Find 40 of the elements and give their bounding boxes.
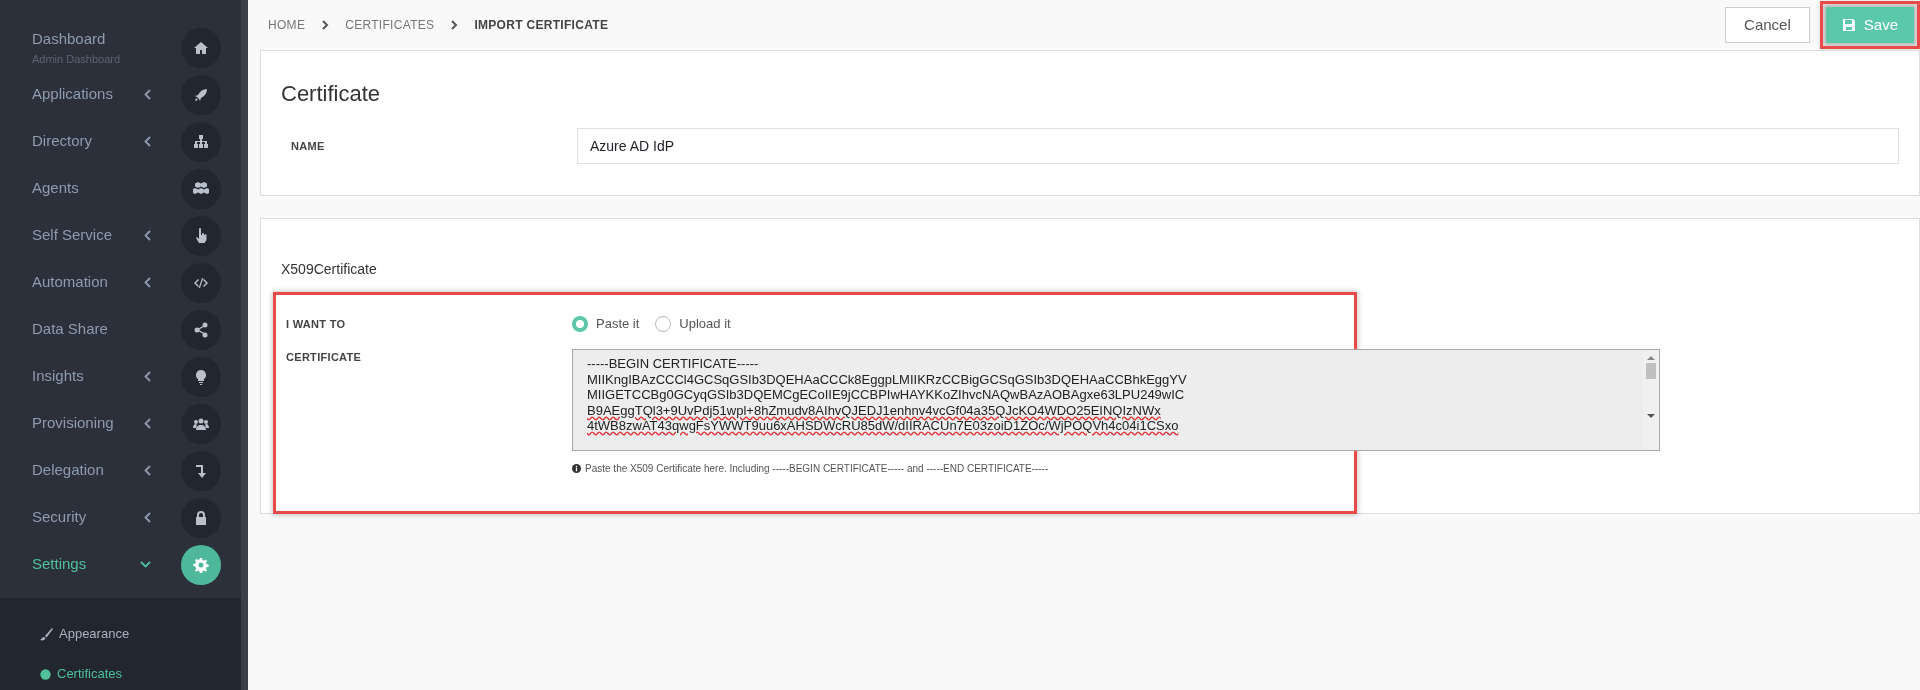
info-icon bbox=[572, 464, 581, 473]
sidebar-item[interactable]: Directory bbox=[32, 130, 92, 153]
chevron-icon bbox=[321, 20, 330, 30]
card-title: Certificate bbox=[281, 80, 382, 108]
submenu-item[interactable]: Appearance bbox=[59, 624, 130, 644]
help-text: Paste the X509 Certificate here. Including -----BEGIN CERTIFICATE----- and -----END CERTIFICATE----- bbox=[585, 462, 1049, 476]
sidebar-item[interactable]: Settings bbox=[32, 553, 87, 576]
certificate-textarea[interactable]: -----BEGIN CERTIFICATE----- MIIKngIBAzCCCl4GCSqGSIb3DQEHAaCCCk8EggpLMIIKRzCCBigGCSqGSIb3DQEHAaCCBhkEggYV MIIGETCCBg0GCyqGSIb3DQEMCgECoIIE9jCCBPIwHAYKKoZIhvcNAQwBAzAOBAgxe63LPU249wIC B9AEggTQl3+9UvPdj51wpl+8hZmudv8AIhvQJEDJ1enhnv4vcGf04a35QJcKO4WDO25EINQIzNWx 4tWB8zwAT43qwgFsYWWT9uu6xAHSDWcRU85dW/dIIRACUn7E03zoiD1ZOc/WjPOQVh4c04i1CSxo bbox=[572, 349, 1660, 451]
cubes-icon bbox=[193, 180, 209, 197]
field-label: I WANT TO bbox=[286, 316, 347, 332]
arrow-icon bbox=[193, 462, 209, 479]
lightbulb-icon bbox=[193, 368, 209, 385]
submenu-item[interactable]: Certificates bbox=[57, 664, 123, 684]
cancel-button[interactable]: Cancel bbox=[1725, 7, 1810, 43]
radio-option[interactable]: Paste it bbox=[572, 314, 640, 334]
sidebar-item[interactable]: Dashboard bbox=[32, 28, 121, 51]
sidebar-item[interactable]: Data Share bbox=[32, 318, 108, 341]
chevron-icon bbox=[450, 20, 459, 30]
sidebar-item[interactable]: Security bbox=[32, 506, 87, 529]
sidebar-item[interactable]: Automation bbox=[32, 271, 108, 294]
sitemap-icon bbox=[193, 133, 209, 150]
field-label: CERTIFICATE bbox=[286, 350, 363, 365]
section-title: X509Certificate bbox=[281, 260, 377, 279]
lock-icon bbox=[193, 509, 209, 526]
breadcrumb-link[interactable]: CERTIFICATES bbox=[345, 16, 435, 34]
paintbrush-icon bbox=[40, 627, 53, 641]
field-label: NAME bbox=[291, 138, 326, 154]
hand-pointer-icon bbox=[193, 227, 209, 244]
sidebar-item[interactable]: Agents bbox=[32, 177, 79, 200]
sidebar-item[interactable]: Applications bbox=[32, 83, 113, 106]
share-icon bbox=[193, 321, 209, 338]
sidebar-item[interactable]: Delegation bbox=[32, 459, 104, 482]
radio-option[interactable]: Upload it bbox=[655, 314, 731, 334]
home-icon bbox=[193, 39, 209, 56]
name-input[interactable]: Azure AD IdP bbox=[577, 128, 1899, 164]
sidebar-item[interactable]: Self Service bbox=[32, 224, 113, 247]
sidebar-item[interactable]: Insights bbox=[32, 365, 84, 388]
breadcrumb-link[interactable]: HOME bbox=[268, 16, 306, 34]
sidebar-item[interactable]: Provisioning bbox=[32, 412, 114, 435]
rocket-icon bbox=[193, 86, 209, 103]
